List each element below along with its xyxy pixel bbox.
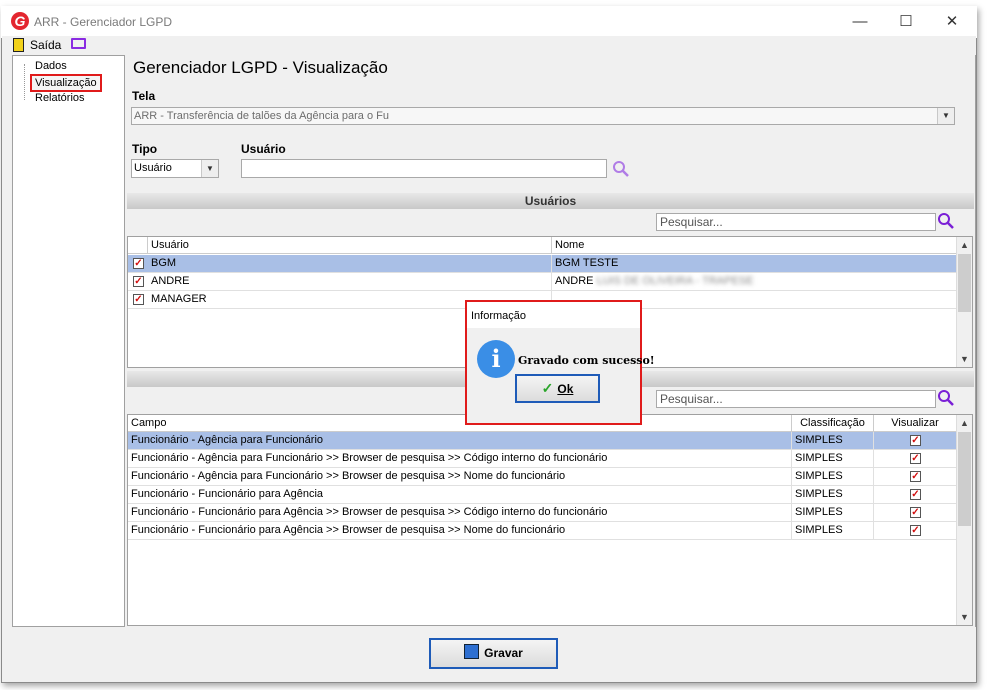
cell-campo: Funcionário - Funcionário para Agência >… (128, 504, 792, 522)
menu-bar: Saída (2, 36, 976, 55)
visualizar-checkbox[interactable]: ✓ (910, 471, 921, 482)
row-checkbox[interactable]: ✓ (133, 258, 144, 269)
cell-campo: Funcionário - Agência para Funcionário (128, 432, 792, 450)
scroll-down-icon[interactable]: ▼ (957, 351, 972, 367)
table-row[interactable]: Funcionário - Funcionário para Agência >… (128, 522, 957, 540)
table-header-usuario[interactable]: Usuário (148, 237, 552, 254)
save-button[interactable]: Gravar (429, 638, 558, 669)
row-checkbox[interactable]: ✓ (133, 294, 144, 305)
scroll-up-icon[interactable]: ▲ (957, 415, 972, 431)
cell-classificacao: SIMPLES (792, 468, 874, 486)
save-label: Gravar (484, 646, 523, 660)
scroll-up-icon[interactable]: ▲ (957, 237, 972, 253)
table-row[interactable]: Funcionário - Agência para Funcionário >… (128, 468, 957, 486)
redacted-text: LUIS DE OLIVEIRA - TRAPESE (596, 275, 754, 287)
search-icon[interactable] (612, 160, 630, 178)
cell-nome: ANDRE LUIS DE OLIVEIRA - TRAPESE (552, 273, 957, 291)
ok-label: Ok (557, 382, 574, 396)
page-title: Gerenciador LGPD - Visualização (133, 58, 388, 77)
search-icon[interactable] (937, 389, 955, 407)
row-checkbox[interactable]: ✓ (133, 276, 144, 287)
usuario-label: Usuário (241, 142, 286, 156)
table-header-visualizar[interactable]: Visualizar (874, 415, 957, 432)
users-scrollbar[interactable]: ▲ ▼ (956, 237, 972, 367)
scroll-thumb[interactable] (958, 432, 971, 526)
table-header-campo[interactable]: Campo (128, 415, 792, 432)
monitor-icon[interactable] (71, 38, 86, 49)
cell-classificacao: SIMPLES (792, 504, 874, 522)
chevron-down-icon[interactable]: ▼ (937, 108, 954, 124)
visualizar-checkbox[interactable]: ✓ (910, 453, 921, 464)
info-dialog: Informação i Gravado com sucesso! ✓ Ok (465, 300, 655, 425)
tipo-label: Tipo (132, 142, 158, 156)
ok-button[interactable]: ✓ Ok (515, 374, 600, 403)
maximize-button[interactable]: ☐ (884, 10, 928, 34)
cell-campo: Funcionário - Agência para Funcionário >… (128, 468, 792, 486)
scroll-down-icon[interactable]: ▼ (957, 609, 972, 625)
tela-value: ARR - Transferência de talões da Agência… (134, 110, 389, 122)
cell-classificacao: SIMPLES (792, 522, 874, 540)
tree-item-visualizacao[interactable]: Visualização (30, 74, 102, 92)
cell-nome-text: ANDRE (555, 275, 594, 287)
scroll-thumb[interactable] (958, 254, 971, 312)
search-icon[interactable] (937, 212, 955, 230)
table-row[interactable]: Funcionário - Funcionário para Agência S… (128, 486, 957, 504)
nav-tree: Dados Visualização Relatórios (12, 55, 125, 627)
table-header-nome[interactable]: Nome (552, 237, 957, 254)
table-row[interactable]: Funcionário - Funcionário para Agência >… (128, 504, 957, 522)
tree-item-dados[interactable]: Dados (35, 60, 67, 72)
door-exit-icon[interactable] (13, 38, 24, 52)
users-section-header: Usuários (127, 193, 974, 209)
fields-search-input[interactable]: Pesquisar... (656, 390, 936, 408)
fields-table: Campo Classificação Visualizar Funcionár… (127, 414, 973, 626)
tree-item-relatorios[interactable]: Relatórios (35, 92, 85, 104)
cell-classificacao: SIMPLES (792, 450, 874, 468)
cell-nome: BGM TESTE (552, 255, 957, 273)
table-row[interactable]: Funcionário - Agência para Funcionário S… (128, 432, 957, 450)
tipo-select[interactable]: Usuário ▼ (131, 159, 219, 178)
cell-classificacao: SIMPLES (792, 432, 874, 450)
tela-select[interactable]: ARR - Transferência de talões da Agência… (131, 107, 955, 125)
chevron-down-icon[interactable]: ▼ (201, 160, 218, 177)
table-header-classificacao[interactable]: Classificação (792, 415, 874, 432)
table-row[interactable]: ✓ ANDRE ANDRE LUIS DE OLIVEIRA - TRAPESE (128, 273, 957, 291)
table-header-check (128, 237, 148, 254)
cell-campo: Funcionário - Agência para Funcionário >… (128, 450, 792, 468)
users-search-input[interactable]: Pesquisar... (656, 213, 936, 231)
cell-campo: Funcionário - Funcionário para Agência (128, 486, 792, 504)
dialog-title: Informação (471, 310, 527, 322)
info-icon: i (477, 340, 515, 378)
close-button[interactable]: ✕ (930, 10, 974, 34)
window-title: ARR - Gerenciador LGPD (34, 15, 173, 29)
app-logo-icon: G (11, 12, 29, 30)
visualizar-checkbox[interactable]: ✓ (910, 507, 921, 518)
dialog-message: Gravado com sucesso! (518, 354, 655, 367)
usuario-input[interactable] (241, 159, 607, 178)
visualizar-checkbox[interactable]: ✓ (910, 489, 921, 500)
visualizar-checkbox[interactable]: ✓ (910, 435, 921, 446)
fields-scrollbar[interactable]: ▲ ▼ (956, 415, 972, 625)
table-row[interactable]: Funcionário - Agência para Funcionário >… (128, 450, 957, 468)
cell-classificacao: SIMPLES (792, 486, 874, 504)
tela-label: Tela (132, 89, 156, 103)
minimize-button[interactable]: — (838, 10, 882, 34)
exit-menu-item[interactable]: Saída (30, 38, 61, 52)
cell-campo: Funcionário - Funcionário para Agência >… (128, 522, 792, 540)
tipo-value: Usuário (134, 162, 172, 174)
tree-connector (24, 64, 26, 100)
checkmark-icon: ✓ (541, 380, 554, 396)
cell-usuario: ANDRE (148, 273, 552, 291)
floppy-disk-icon (464, 644, 480, 659)
table-row[interactable]: ✓ BGM BGM TESTE (128, 255, 957, 273)
cell-usuario: BGM (148, 255, 552, 273)
visualizar-checkbox[interactable]: ✓ (910, 525, 921, 536)
